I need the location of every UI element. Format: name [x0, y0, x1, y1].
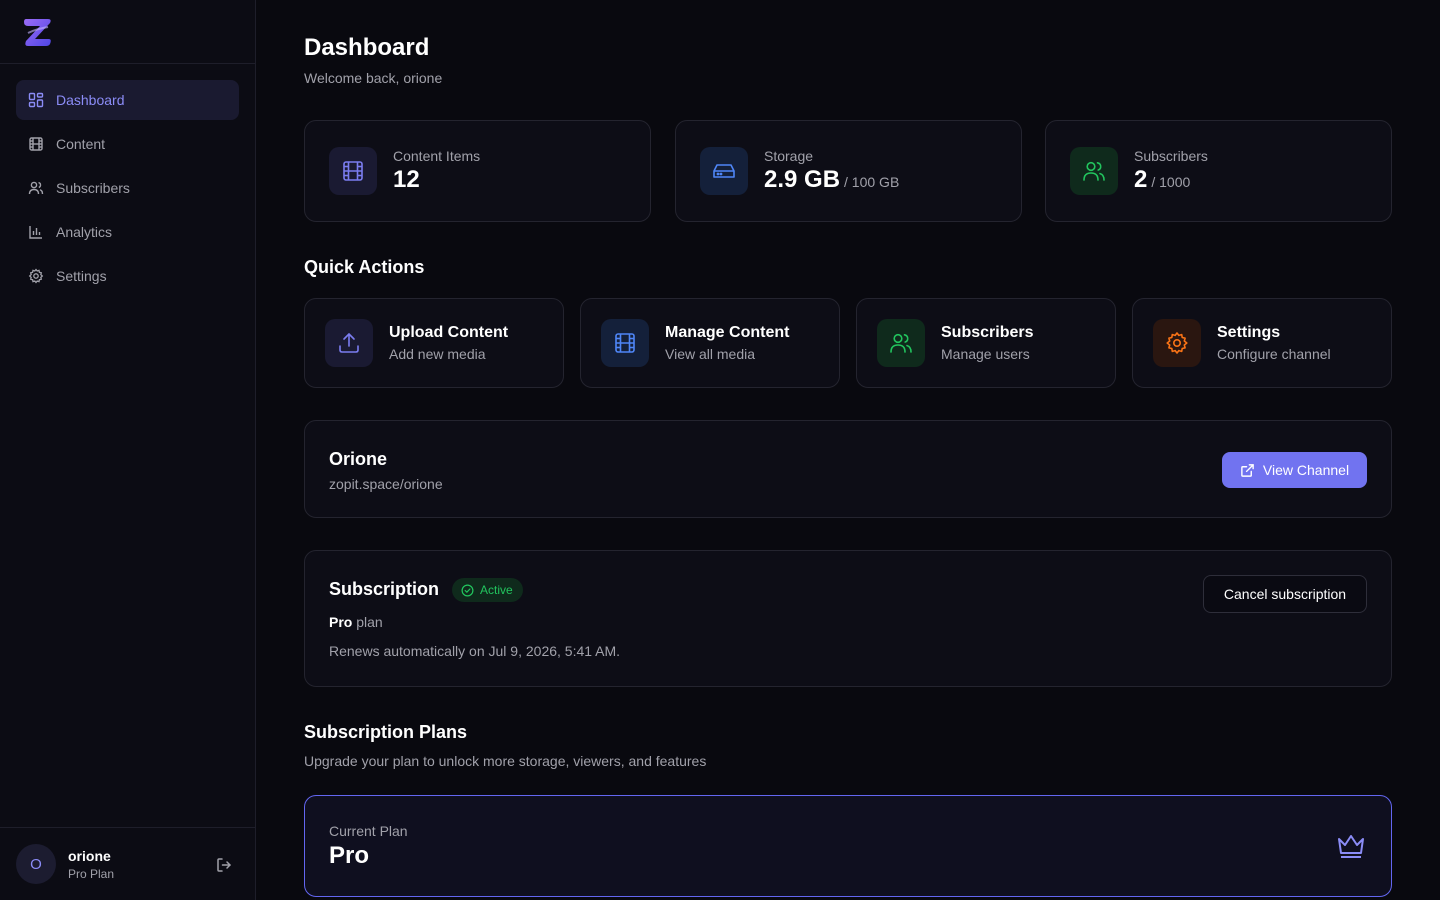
- film-icon: [28, 136, 44, 152]
- app-logo-icon[interactable]: [22, 15, 54, 49]
- subscription-card: Subscription Active Pro plan Renews auto…: [304, 550, 1392, 687]
- external-link-icon: [1241, 463, 1254, 477]
- status-label: Active: [480, 583, 513, 597]
- page-subtitle: Welcome back, orione: [304, 70, 443, 86]
- stat-card-content-items: Content Items 12: [304, 120, 651, 222]
- quick-action-subtitle: Configure channel: [1217, 346, 1331, 362]
- channel-card: Orione zopit.space/orione View Channel: [304, 420, 1392, 518]
- bar-chart-icon: [28, 224, 44, 240]
- stat-value: 2.9 GB/ 100 GB: [764, 166, 900, 193]
- subscribers-button[interactable]: Subscribers Manage users: [856, 298, 1116, 388]
- channel-url: zopit.space/orione: [329, 476, 443, 492]
- logo-area: [0, 0, 255, 64]
- quick-action-subtitle: View all media: [665, 346, 756, 362]
- users-icon: [877, 319, 925, 367]
- sidebar-item-dashboard[interactable]: Dashboard: [16, 80, 239, 120]
- stat-card-storage: Storage 2.9 GB/ 100 GB: [675, 120, 1022, 222]
- sidebar-item-label: Dashboard: [56, 92, 125, 108]
- renewal-text: Renews automatically on Jul 9, 2026, 5:4…: [329, 643, 621, 659]
- plan-line: Pro plan: [329, 614, 383, 630]
- plans-subtitle: Upgrade your plan to unlock more storage…: [304, 753, 707, 769]
- stat-card-subscribers: Subscribers 2/ 1000: [1045, 120, 1392, 222]
- current-plan-name: Pro: [329, 842, 370, 869]
- cancel-subscription-button[interactable]: Cancel subscription: [1203, 575, 1367, 613]
- settings-button[interactable]: Settings Configure channel: [1132, 298, 1392, 388]
- sidebar-item-analytics[interactable]: Analytics: [16, 212, 239, 252]
- current-plan-card: Current Plan Pro: [304, 795, 1392, 897]
- check-circle-icon: [461, 584, 474, 596]
- quick-actions-title: Quick Actions: [304, 257, 425, 277]
- users-icon: [1070, 147, 1118, 195]
- stat-suffix: / 1000: [1151, 174, 1191, 190]
- stat-value: 2/ 1000: [1134, 166, 1191, 193]
- plan-name: Pro: [329, 614, 353, 630]
- stat-label: Subscribers: [1134, 148, 1208, 164]
- sidebar-item-subscribers[interactable]: Subscribers: [16, 168, 239, 208]
- quick-action-title: Upload Content: [389, 324, 509, 341]
- quick-action-title: Settings: [1217, 324, 1281, 341]
- manage-content-button[interactable]: Manage Content View all media: [580, 298, 840, 388]
- quick-action-title: Manage Content: [665, 324, 790, 341]
- film-icon: [329, 147, 377, 195]
- view-channel-button[interactable]: View Channel: [1222, 452, 1367, 488]
- sidebar-item-label: Content: [56, 136, 106, 152]
- quick-action-title: Subscribers: [941, 324, 1034, 341]
- sidebar-item-label: Subscribers: [56, 180, 130, 196]
- gear-icon: [28, 268, 44, 284]
- current-plan-label: Current Plan: [329, 823, 408, 839]
- view-channel-label: View Channel: [1262, 462, 1350, 478]
- logout-icon[interactable]: [215, 856, 233, 874]
- user-plan: Pro Plan: [68, 866, 115, 881]
- plan-word: plan: [356, 614, 383, 630]
- page-title: Dashboard: [304, 34, 430, 61]
- stat-suffix: / 100 GB: [844, 174, 900, 190]
- quick-action-subtitle: Manage users: [941, 346, 1030, 362]
- sidebar: Dashboard Content Subscribers Analytics …: [0, 0, 256, 900]
- sidebar-nav: Dashboard Content Subscribers Analytics …: [0, 64, 255, 296]
- film-icon: [601, 319, 649, 367]
- status-badge: Active: [452, 578, 523, 602]
- grid-icon: [28, 92, 44, 108]
- stat-value: 12: [393, 166, 420, 193]
- plans-title: Subscription Plans: [304, 722, 468, 742]
- channel-name: Orione: [329, 449, 388, 469]
- stat-label: Storage: [764, 148, 814, 164]
- user-name: orione: [68, 847, 111, 864]
- user-profile: O orione Pro Plan: [0, 827, 255, 900]
- quick-action-subtitle: Add new media: [389, 346, 486, 362]
- sidebar-item-label: Settings: [56, 268, 107, 284]
- upload-icon: [325, 319, 373, 367]
- subscription-title: Subscription: [329, 579, 440, 599]
- sidebar-item-content[interactable]: Content: [16, 124, 239, 164]
- users-icon: [28, 180, 44, 196]
- avatar[interactable]: O: [16, 844, 56, 884]
- hard-drive-icon: [700, 147, 748, 195]
- stat-label: Content Items: [393, 148, 481, 164]
- gear-icon: [1153, 319, 1201, 367]
- sidebar-item-label: Analytics: [56, 224, 113, 240]
- crown-icon: [1335, 830, 1367, 862]
- upload-content-button[interactable]: Upload Content Add new media: [304, 298, 564, 388]
- sidebar-item-settings[interactable]: Settings: [16, 256, 239, 296]
